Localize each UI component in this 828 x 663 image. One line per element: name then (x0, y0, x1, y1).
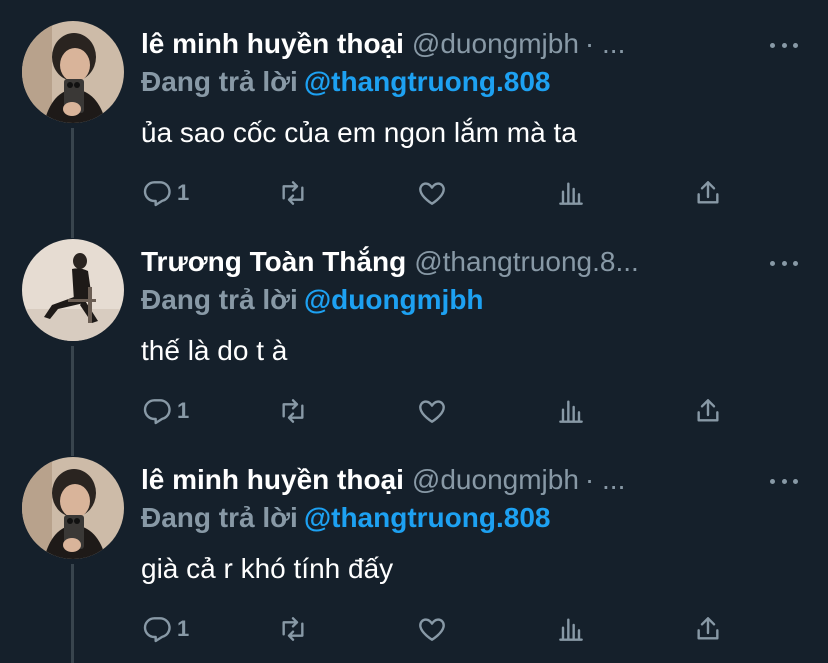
share-icon (697, 181, 719, 204)
more-icon[interactable] (770, 35, 798, 55)
display-name[interactable]: lê minh huyền thoại (141, 464, 404, 495)
analytics-icon (559, 400, 583, 423)
reply-icon (143, 399, 171, 425)
avatar[interactable] (22, 239, 124, 341)
like-button[interactable] (416, 609, 448, 649)
analytics-button[interactable] (555, 173, 587, 213)
replying-to: Đang trả lời @thangtruong.808 (141, 500, 550, 536)
tweet-actions: 1 (141, 173, 731, 213)
display-name[interactable]: Trương Toàn Thắng (141, 246, 406, 277)
avatar[interactable] (22, 21, 124, 123)
reply-button[interactable]: 1 (141, 609, 189, 649)
heart-icon (419, 618, 445, 641)
share-button[interactable] (692, 391, 724, 431)
tweet-actions: 1 (141, 391, 731, 431)
retweet-button[interactable] (277, 173, 309, 213)
timestamp: · ... (584, 28, 626, 59)
tweet[interactable]: lê minh huyền thoại @duongmjbh · ... Đang … (0, 0, 828, 218)
tweet-header: lê minh huyền thoại @duongmjbh · ... (141, 463, 768, 497)
tweet-actions: 1 (141, 609, 731, 649)
user-handle[interactable]: @thangtruong.8... (414, 246, 639, 277)
heart-icon (419, 182, 445, 205)
tweet-text: ủa sao cốc của em ngon lắm mà ta (141, 117, 577, 148)
like-button[interactable] (416, 391, 448, 431)
share-icon (697, 399, 719, 422)
user-handle[interactable]: @duongmjbh (412, 464, 579, 495)
timestamp: · ... (584, 464, 626, 495)
tweet[interactable]: Trương Toàn Thắng @thangtruong.8... Đang … (0, 218, 828, 436)
reply-button[interactable]: 1 (141, 173, 189, 213)
display-name[interactable]: lê minh huyền thoại (141, 28, 404, 59)
tweet-text: thế là do t à (141, 335, 288, 366)
reply-icon (143, 617, 171, 643)
tweet-header: Trương Toàn Thắng @thangtruong.8... (141, 245, 768, 279)
reply-button[interactable]: 1 (141, 391, 189, 431)
more-icon[interactable] (770, 253, 798, 273)
replying-to-label: Đang trả lời (141, 284, 298, 315)
mention-link[interactable]: @thangtruong.808 (304, 502, 551, 533)
tweet-header: lê minh huyền thoại @duongmjbh · ... (141, 27, 768, 61)
analytics-icon (559, 618, 583, 641)
like-button[interactable] (416, 173, 448, 213)
replying-to: Đang trả lời @thangtruong.808 (141, 64, 550, 100)
retweet-button[interactable] (277, 391, 309, 431)
analytics-icon (559, 182, 583, 205)
replying-to: Đang trả lời @duongmjbh (141, 282, 484, 318)
user-handle[interactable]: @duongmjbh (412, 28, 579, 59)
reply-count: 1 (177, 180, 190, 205)
tweet-text: già cả r khó tính đấy (141, 553, 394, 584)
retweet-icon (282, 617, 304, 641)
share-button[interactable] (692, 173, 724, 213)
replying-to-label: Đang trả lời (141, 66, 298, 97)
avatar[interactable] (22, 457, 124, 559)
retweet-icon (282, 181, 304, 205)
analytics-button[interactable] (555, 609, 587, 649)
reply-icon (143, 181, 171, 207)
reply-count: 1 (177, 398, 190, 423)
mention-link[interactable]: @duongmjbh (304, 284, 484, 315)
share-icon (697, 617, 719, 640)
reply-count: 1 (177, 616, 190, 641)
retweet-icon (282, 399, 304, 423)
share-button[interactable] (692, 609, 724, 649)
tweet[interactable]: lê minh huyền thoại @duongmjbh · ... Đang … (0, 436, 828, 654)
analytics-button[interactable] (555, 391, 587, 431)
heart-icon (419, 400, 445, 423)
more-icon[interactable] (770, 471, 798, 491)
retweet-button[interactable] (277, 609, 309, 649)
replying-to-label: Đang trả lời (141, 502, 298, 533)
mention-link[interactable]: @thangtruong.808 (304, 66, 551, 97)
